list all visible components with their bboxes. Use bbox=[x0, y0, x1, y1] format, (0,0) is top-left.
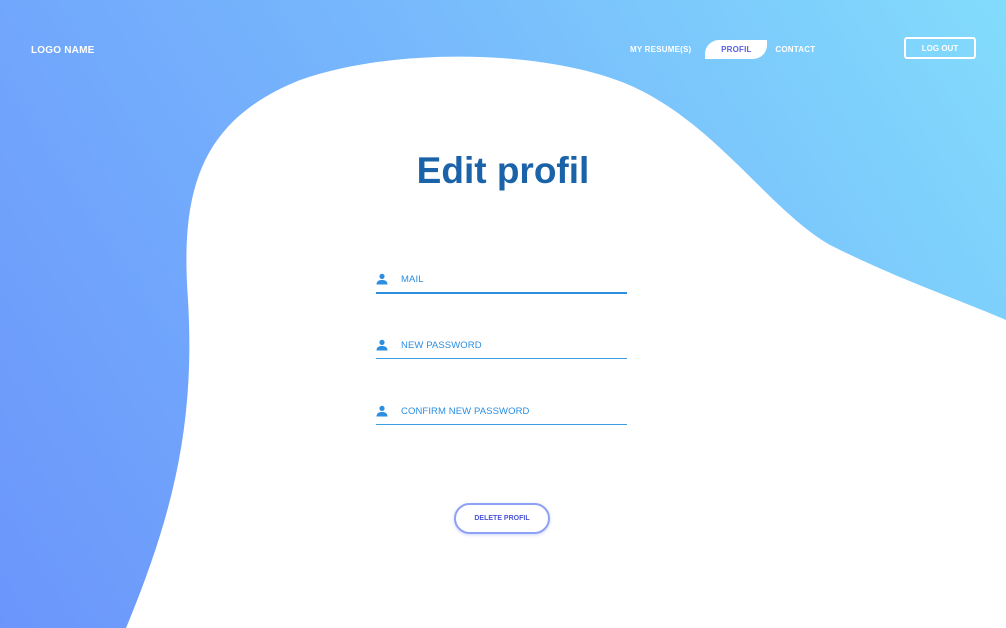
logo[interactable]: LOGO NAME bbox=[31, 45, 94, 56]
nav-my-resumes[interactable]: MY RESUME(S) bbox=[630, 45, 691, 54]
new-password-label: NEW PASSWORD bbox=[401, 339, 482, 351]
user-icon bbox=[376, 339, 388, 351]
mail-label: MAIL bbox=[401, 273, 424, 285]
page-title: Edit profil bbox=[416, 150, 590, 191]
user-icon bbox=[376, 405, 388, 417]
nav-profil[interactable]: PROFIL bbox=[705, 40, 768, 59]
confirm-password-label: CONFIRM NEW PASSWORD bbox=[401, 405, 530, 417]
confirm-password-field[interactable]: CONFIRM NEW PASSWORD bbox=[376, 398, 627, 425]
nav-contact[interactable]: CONTACT bbox=[775, 45, 815, 54]
top-nav: MY RESUME(S) PROFIL CONTACT bbox=[620, 40, 815, 59]
user-icon bbox=[376, 273, 388, 285]
new-password-field[interactable]: NEW PASSWORD bbox=[376, 332, 627, 359]
logout-button[interactable]: LOG OUT bbox=[904, 37, 976, 59]
delete-profil-button[interactable]: DELETE PROFIL bbox=[454, 503, 550, 534]
mail-field[interactable]: MAIL bbox=[376, 266, 627, 294]
